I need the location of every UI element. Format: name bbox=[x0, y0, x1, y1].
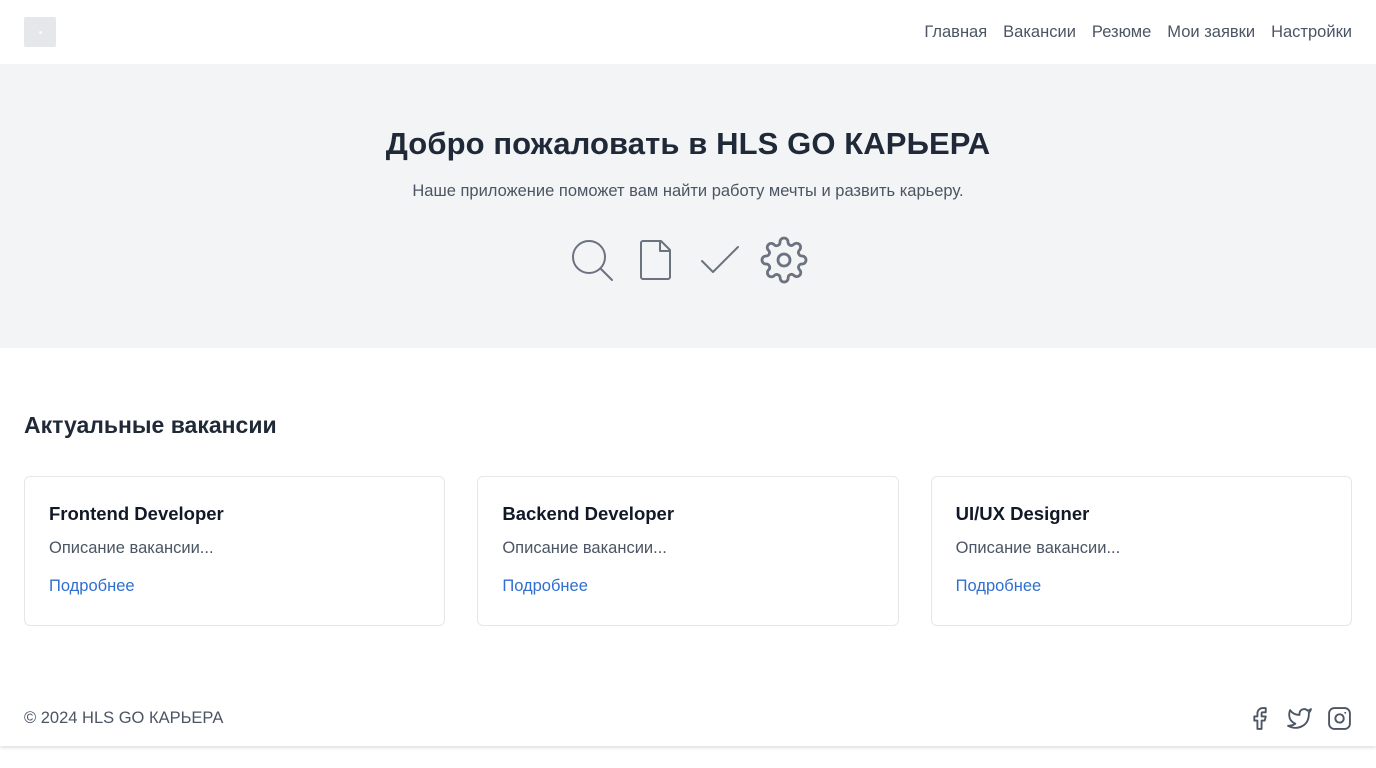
site-footer: © 2024 HLS GO КАРЬЕРА bbox=[0, 690, 1376, 746]
hero-section: Добро пожаловать в HLS GO КАРЬЕРА Наше п… bbox=[0, 64, 1376, 348]
vacancy-description: Описание вакансии... bbox=[502, 539, 667, 557]
vacancy-description: Описание вакансии... bbox=[49, 539, 214, 557]
nav-link-my-applications[interactable]: Мои заявки bbox=[1167, 23, 1255, 42]
twitter-icon[interactable] bbox=[1286, 705, 1312, 731]
vacancy-title: Backend Developer bbox=[502, 503, 675, 524]
nav-link-vacancies[interactable]: Вакансии bbox=[1003, 23, 1076, 42]
hero-title: Добро пожаловать в HLS GO КАРЬЕРА bbox=[385, 126, 991, 161]
gear-icon bbox=[760, 236, 808, 284]
hero-icons bbox=[0, 236, 1376, 284]
vacancy-details-link[interactable]: Подробнее bbox=[956, 577, 1042, 596]
instagram-icon[interactable] bbox=[1326, 705, 1352, 731]
facebook-icon[interactable] bbox=[1246, 705, 1272, 731]
vacancy-card: Backend Developer Описание вакансии... П… bbox=[477, 476, 899, 626]
vacancy-title: Frontend Developer bbox=[49, 503, 224, 524]
vacancy-list: Frontend Developer Описание вакансии... … bbox=[24, 476, 1352, 626]
main-nav: Главная Вакансии Резюме Мои заявки Настр… bbox=[924, 23, 1352, 42]
hero-subtitle: Наше приложение поможет вам найти работу… bbox=[412, 182, 964, 200]
nav-link-settings[interactable]: Настройки bbox=[1271, 23, 1352, 42]
logo-placeholder-icon bbox=[38, 30, 42, 34]
vacancy-card: UI/UX Designer Описание вакансии... Подр… bbox=[930, 476, 1352, 626]
vacancy-details-link[interactable]: Подробнее bbox=[502, 577, 588, 596]
vacancy-description: Описание вакансии... bbox=[955, 539, 1121, 557]
document-icon bbox=[632, 236, 680, 284]
vacancy-details-link[interactable]: Подробнее bbox=[49, 577, 135, 596]
nav-link-resume[interactable]: Резюме bbox=[1092, 23, 1151, 42]
vacancies-title: Актуальные вакансии bbox=[24, 412, 277, 438]
vacancy-title: UI/UX Designer bbox=[955, 503, 1090, 524]
nav-link-home[interactable]: Главная bbox=[924, 23, 987, 42]
check-icon bbox=[696, 236, 744, 284]
social-links bbox=[1246, 705, 1352, 731]
vacancy-card: Frontend Developer Описание вакансии... … bbox=[24, 476, 446, 626]
search-icon bbox=[568, 236, 616, 284]
copyright-text: © 2024 HLS GO КАРЬЕРА bbox=[24, 708, 224, 727]
logo[interactable] bbox=[24, 17, 56, 47]
site-header: Главная Вакансии Резюме Мои заявки Настр… bbox=[0, 0, 1376, 64]
